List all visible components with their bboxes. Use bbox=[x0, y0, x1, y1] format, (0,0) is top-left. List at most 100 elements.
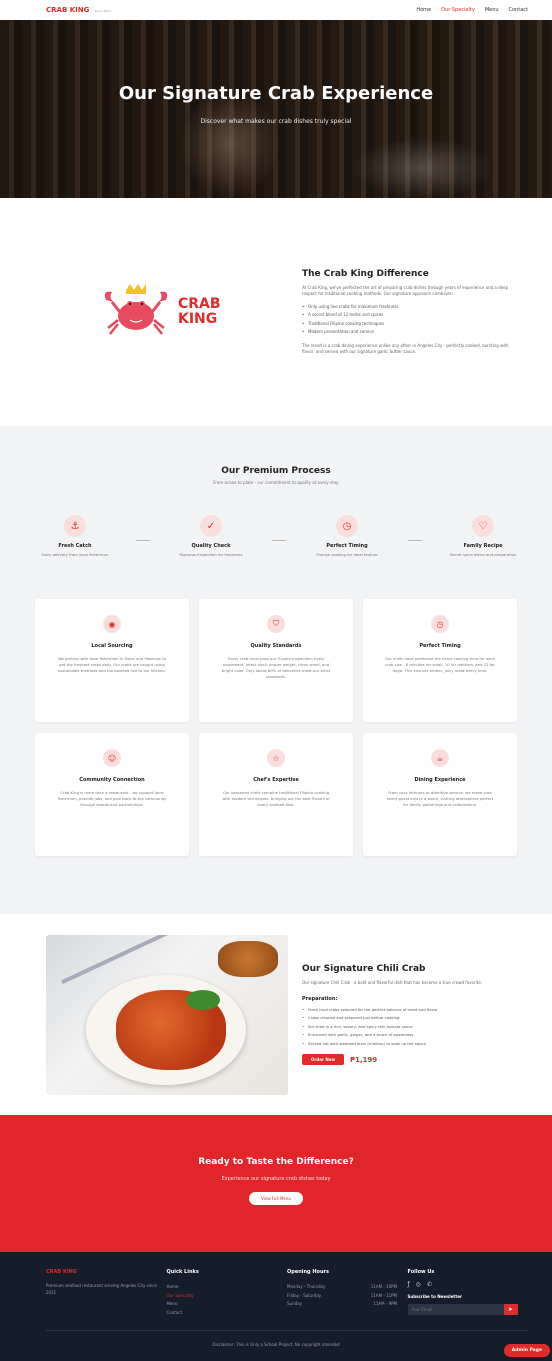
list-item: Modern presentation and service bbox=[302, 328, 512, 337]
step-desc: Rigorous inspection for freshness bbox=[179, 552, 243, 557]
dish-title: Our Signature Chili Crab bbox=[302, 964, 426, 974]
step-desc: Precise cooking for ideal texture bbox=[316, 552, 378, 557]
difference-intro: At Crab King, we've perfected the art of… bbox=[302, 284, 509, 297]
view-full-menu-button[interactable]: View Full Menu bbox=[249, 1192, 303, 1205]
brand-logo-block: CRAB KING bbox=[100, 282, 290, 342]
map-pin-icon: ◉ bbox=[103, 615, 121, 633]
list-item: Stir-fried in a rich, savory, and spicy … bbox=[302, 1023, 528, 1032]
order-now-button[interactable]: Order Now bbox=[302, 1054, 345, 1065]
step-connector bbox=[136, 540, 150, 541]
process-step: ⚓ Fresh Catch Daily delivery from local … bbox=[20, 515, 130, 557]
nav-link-home[interactable]: Home bbox=[416, 7, 431, 13]
hero-subtitle: Discover what makes our crab dishes trul… bbox=[200, 118, 352, 125]
step-title: Fresh Catch bbox=[58, 543, 92, 549]
clock-icon: ◷ bbox=[431, 615, 449, 633]
process-title: Our Premium Process bbox=[221, 466, 331, 476]
newsletter-label: Subscribe to Newsletter bbox=[407, 1294, 462, 1299]
list-item: A secret blend of 12 herbs and spices bbox=[302, 311, 512, 320]
brand-line-2: KING bbox=[178, 311, 218, 327]
list-item: Traditional Filipino cooking techniques bbox=[302, 320, 512, 329]
dish-description: Our signature Chili Crab - a bold and fl… bbox=[302, 980, 483, 985]
feature-card: ◉ Local Sourcing We partner with local f… bbox=[35, 599, 189, 722]
footer-brand: CRAB KING bbox=[46, 1269, 77, 1275]
opening-hours-title: Opening Hours bbox=[287, 1269, 329, 1275]
nav-link-menu[interactable]: Menu bbox=[485, 7, 499, 13]
step-title: Family Recipe bbox=[463, 543, 503, 549]
nav-link-contact[interactable]: Contact bbox=[509, 7, 528, 13]
step-title: Quality Check bbox=[191, 543, 231, 549]
feature-cards: ◉ Local Sourcing We partner with local f… bbox=[0, 599, 552, 856]
hours-row: Monday - Thursday 11AM - 10PM bbox=[287, 1283, 397, 1292]
order-row: Order Now ₱1,199 bbox=[302, 1054, 528, 1065]
hours-time: 11AM - 11PM bbox=[370, 1292, 397, 1298]
facebook-icon[interactable]: ƒ bbox=[408, 1281, 410, 1288]
feature-card: ☆ Chef's Expertise Our seasoned chefs co… bbox=[199, 733, 353, 856]
feature-card: ◷ Perfect Timing Our chefs have perfecte… bbox=[363, 599, 517, 722]
hero-title: Our Signature Crab Experience bbox=[118, 83, 434, 104]
signature-dish-content: Our Signature Chili Crab Our signature C… bbox=[302, 964, 528, 1065]
step-connector bbox=[272, 540, 286, 541]
cta-section: Ready to Taste the Difference? Experienc… bbox=[0, 1115, 552, 1252]
star-icon: ☆ bbox=[267, 749, 285, 767]
shield-icon: ⛉ bbox=[267, 615, 285, 633]
social-icons: ƒ ◎ ✆ bbox=[408, 1281, 529, 1288]
footer-link-menu[interactable]: Menu bbox=[167, 1300, 288, 1309]
footer-follow-column: Follow Us ƒ ◎ ✆ Subscribe to Newsletter … bbox=[407, 1269, 529, 1317]
newsletter-email-input[interactable] bbox=[407, 1304, 504, 1315]
card-title: Perfect Timing bbox=[419, 643, 461, 649]
chili-crab-image bbox=[46, 934, 288, 1095]
card-title: Dining Experience bbox=[414, 777, 466, 783]
brand-line-1: CRAB bbox=[178, 296, 221, 312]
send-icon[interactable]: ➤ bbox=[503, 1304, 518, 1315]
footer-link-our-specialty[interactable]: Our Specialty bbox=[167, 1292, 288, 1301]
difference-outro: The result is a crab dining experience u… bbox=[302, 342, 509, 355]
footer-hours-column: Opening Hours Monday - Thursday 11AM - 1… bbox=[287, 1269, 408, 1317]
clock-icon: ◷ bbox=[336, 515, 358, 537]
crab-logo-icon bbox=[104, 284, 168, 335]
card-text: Every crab must pass our 5-point inspect… bbox=[221, 656, 331, 679]
footer-disclaimer: Disclaimer: This is Only a School Projec… bbox=[212, 1342, 340, 1347]
process-step: ✓ Quality Check Rigorous inspection for … bbox=[156, 515, 266, 557]
hours-row: Sunday 11AM - 9PM bbox=[287, 1300, 397, 1309]
nav-link-our-specialty[interactable]: Our Specialty bbox=[441, 7, 475, 13]
list-item: Enhanced with garlic, ginger, and a touc… bbox=[302, 1031, 528, 1040]
feature-card: ⛉ Quality Standards Every crab must pass… bbox=[199, 599, 353, 722]
anchor-icon: ⚓ bbox=[64, 515, 86, 537]
footer-brand-column: CRAB KING Premium seafood restaurant ser… bbox=[46, 1269, 167, 1317]
card-title: Chef's Expertise bbox=[253, 777, 299, 783]
users-icon: ☺ bbox=[103, 749, 121, 767]
list-item: Only using live crabs for maximum freshn… bbox=[302, 303, 512, 312]
logo-subtext: Since 2021 bbox=[94, 9, 112, 13]
side-dish-graphic bbox=[218, 940, 278, 977]
footer-columns: CRAB KING Premium seafood restaurant ser… bbox=[46, 1269, 528, 1317]
site-footer: CRAB KING Premium seafood restaurant ser… bbox=[0, 1252, 552, 1361]
logo-text: CRAB KING bbox=[46, 6, 90, 14]
admin-page-button[interactable]: Admin Page bbox=[503, 1344, 550, 1357]
footer-link-home[interactable]: Home bbox=[167, 1283, 288, 1292]
list-item: Fresh mud crabs selected for the perfect… bbox=[302, 1006, 528, 1015]
card-title: Local Sourcing bbox=[91, 643, 133, 649]
card-text: Our seasoned chefs combine traditional F… bbox=[222, 790, 330, 807]
hours-day: Friday - Saturday bbox=[287, 1292, 322, 1298]
cta-subtitle: Experience our signature crab dishes tod… bbox=[221, 1176, 331, 1182]
footer-brand-desc: Premium seafood restaurant serving Angel… bbox=[46, 1283, 158, 1295]
difference-list: Only using live crabs for maximum freshn… bbox=[302, 303, 512, 337]
step-desc: Secret spice blend and preparation bbox=[449, 552, 517, 557]
difference-title: The Crab King Difference bbox=[302, 268, 429, 279]
process-step: ♡ Family Recipe Secret spice blend and p… bbox=[428, 515, 538, 557]
site-logo[interactable]: CRAB KING Since 2021 bbox=[46, 6, 111, 14]
top-navbar: CRAB KING Since 2021 Home Our Specialty … bbox=[0, 0, 552, 20]
preparation-list: Fresh mud crabs selected for the perfect… bbox=[302, 1006, 528, 1049]
process-subtitle: From ocean to plate - our commitment to … bbox=[213, 480, 339, 485]
list-item: Crabs cleaned and prepared just before c… bbox=[302, 1014, 528, 1023]
heart-icon: ♡ bbox=[472, 515, 494, 537]
footer-quick-links: Quick Links Home Our Specialty Menu Cont… bbox=[167, 1269, 288, 1317]
card-text: From cozy interiors to attentive service… bbox=[386, 790, 494, 807]
hours-row: Friday - Saturday 11AM - 11PM bbox=[287, 1292, 397, 1301]
twitter-icon[interactable]: ✆ bbox=[427, 1281, 432, 1288]
dish-price: ₱1,199 bbox=[350, 1055, 378, 1064]
footer-divider bbox=[46, 1330, 528, 1331]
quick-links-title: Quick Links bbox=[166, 1269, 199, 1275]
footer-link-contact[interactable]: Contact bbox=[167, 1309, 288, 1318]
instagram-icon[interactable]: ◎ bbox=[416, 1281, 421, 1288]
